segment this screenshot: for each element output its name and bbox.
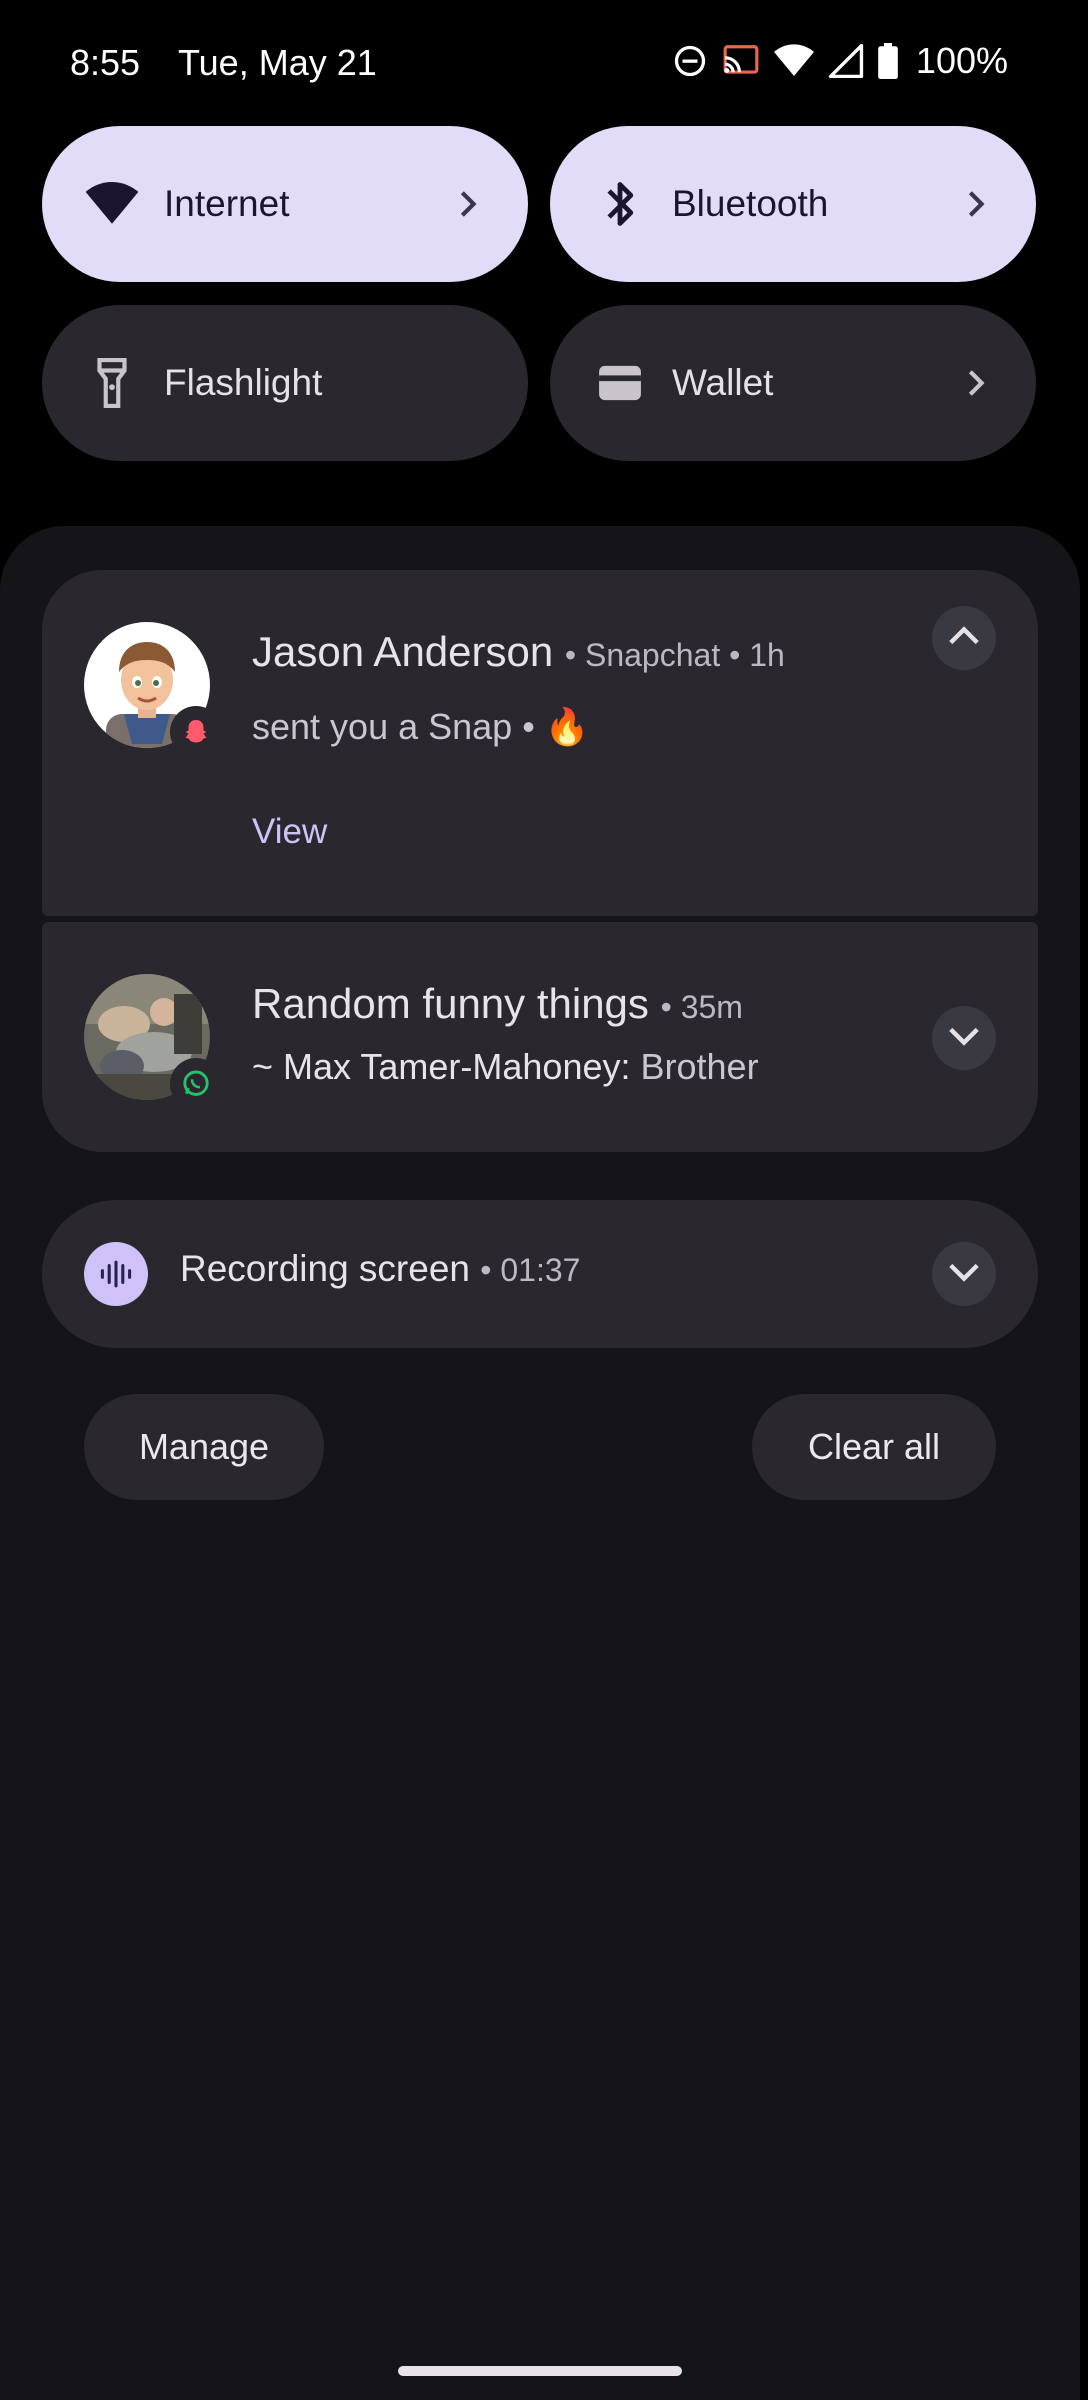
status-date: Tue, May 21 — [178, 42, 377, 83]
chevron-up-icon — [946, 625, 982, 652]
status-time: 8:55 — [70, 42, 141, 83]
notification-time: 35m — [680, 989, 743, 1025]
recording-timer: 01:37 — [500, 1252, 581, 1288]
clear-all-button[interactable]: Clear all — [752, 1394, 996, 1500]
expand-button[interactable] — [932, 1242, 996, 1306]
cast-icon — [722, 43, 760, 79]
wifi-icon — [773, 44, 814, 78]
chevron-right-icon — [956, 184, 996, 224]
group-name: Random funny things — [252, 980, 649, 1027]
expand-button[interactable] — [932, 1006, 996, 1070]
notification-sender: Jason Anderson — [252, 628, 554, 675]
snapchat-icon — [170, 706, 222, 758]
notification-meta: • 01:37 — [480, 1252, 581, 1288]
message-sender: ~ Max Tamer-Mahoney: — [252, 1046, 631, 1087]
flashlight-icon — [82, 353, 142, 413]
chevron-down-icon — [946, 1261, 982, 1288]
manage-button[interactable]: Manage — [84, 1394, 324, 1500]
tile-label: Bluetooth — [672, 183, 829, 224]
view-action-button[interactable]: View — [252, 812, 327, 852]
tile-internet[interactable]: Internet — [42, 126, 528, 282]
notification-body: ~ Max Tamer-Mahoney: Brother — [252, 1046, 759, 1088]
tile-wallet[interactable]: Wallet — [550, 305, 1036, 461]
wifi-icon — [82, 174, 142, 234]
battery-icon — [878, 43, 898, 79]
tile-label: Wallet — [672, 362, 774, 403]
tile-label: Flashlight — [164, 362, 323, 403]
tile-flashlight[interactable]: Flashlight — [42, 305, 528, 461]
chevron-right-icon — [956, 363, 996, 403]
notification-title: Recording screen • 01:37 — [180, 1248, 580, 1290]
notification-meta: • 35m — [660, 989, 743, 1025]
notification-time: 1h — [749, 637, 785, 673]
dnd-icon — [672, 43, 708, 79]
notification-title: Random funny things • 35m — [252, 980, 743, 1028]
recording-title: Recording screen — [180, 1248, 470, 1289]
tile-bluetooth[interactable]: Bluetooth — [550, 126, 1036, 282]
notification-title: Jason Anderson • Snapchat • 1h — [252, 628, 785, 676]
battery-percent: 100% — [915, 40, 1008, 81]
notification-screen-recording[interactable]: Recording screen • 01:37 — [42, 1200, 1038, 1348]
wallet-icon — [590, 353, 650, 413]
notification-meta: • Snapchat • 1h — [564, 637, 785, 673]
notification-snapchat[interactable]: Jason Anderson • Snapchat • 1h sent you … — [42, 570, 1038, 916]
notification-body: sent you a Snap • 🔥 — [252, 706, 590, 747]
screen-record-icon — [84, 1242, 148, 1306]
message-text: Brother — [640, 1046, 759, 1087]
chevron-right-icon — [448, 184, 488, 224]
whatsapp-icon — [170, 1058, 222, 1110]
collapse-button[interactable] — [932, 606, 996, 670]
status-bar: 8:55 Tue, May 21 100% — [0, 0, 1088, 126]
signal-icon — [828, 44, 864, 78]
notification-app: Snapchat — [584, 637, 721, 673]
status-icons: 100% — [672, 40, 1008, 82]
tile-label: Internet — [164, 183, 290, 224]
home-indicator[interactable] — [398, 2366, 682, 2376]
bluetooth-icon — [590, 174, 650, 234]
chevron-down-icon — [946, 1025, 982, 1052]
notification-whatsapp[interactable]: Random funny things • 35m ~ Max Tamer-Ma… — [42, 922, 1038, 1152]
